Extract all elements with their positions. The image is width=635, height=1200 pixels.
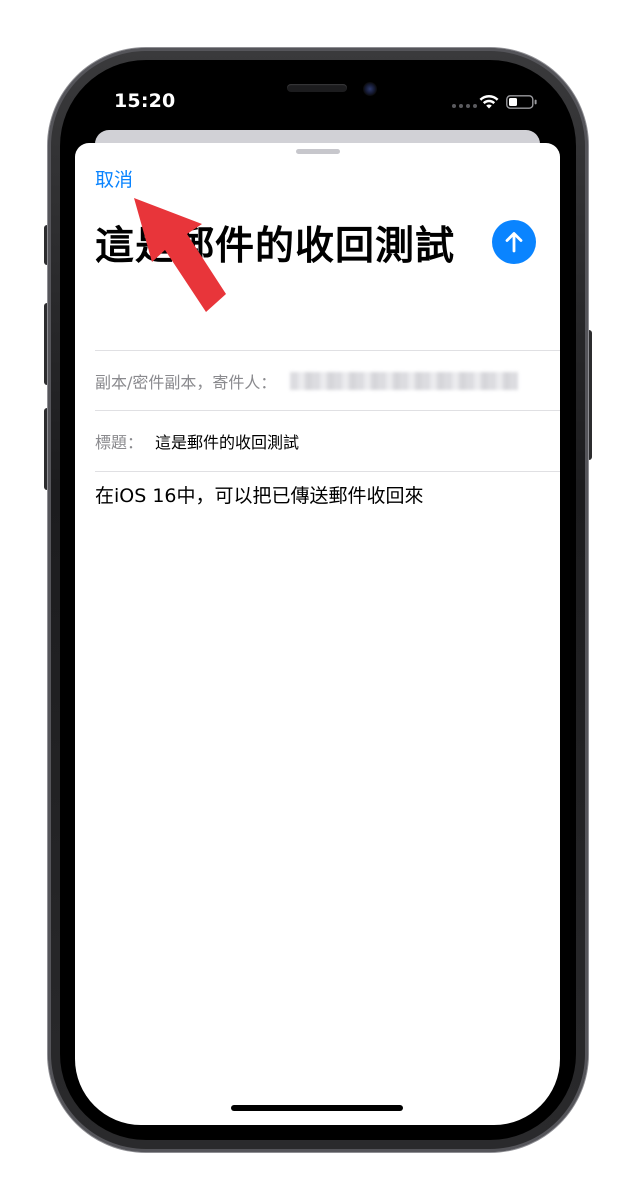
status-time: 15:20 (114, 90, 176, 112)
sheet-grabber[interactable] (296, 149, 340, 154)
cc-bcc-from-label: 副本/密件副本，寄件人： (95, 373, 277, 392)
subject-field[interactable]: 標題： 這是郵件的收回測試 (95, 411, 560, 471)
cellular-signal-icon (452, 104, 477, 108)
wifi-icon (479, 94, 499, 109)
home-indicator[interactable] (231, 1105, 403, 1111)
send-button[interactable] (492, 220, 536, 264)
subject-label: 標題： (95, 433, 144, 452)
redacted-recipient (290, 372, 519, 390)
battery-icon (506, 95, 537, 109)
annotation-arrow-icon (134, 198, 226, 312)
subject-value[interactable]: 這是郵件的收回測試 (155, 429, 299, 453)
cancel-button[interactable]: 取消 (95, 165, 133, 192)
screenshot-page: 15:20 取消 這是郵件的收回測試 副本/密件副本，寄件人： 標題： 這是郵件… (0, 0, 635, 1200)
cc-bcc-from-field[interactable]: 副本/密件副本，寄件人： (95, 351, 560, 411)
message-body[interactable]: 在iOS 16中，可以把已傳送郵件收回來 (95, 482, 550, 510)
front-camera (363, 82, 377, 96)
earpiece-speaker (287, 84, 347, 92)
divider (95, 471, 560, 472)
arrow-up-icon (505, 232, 523, 253)
